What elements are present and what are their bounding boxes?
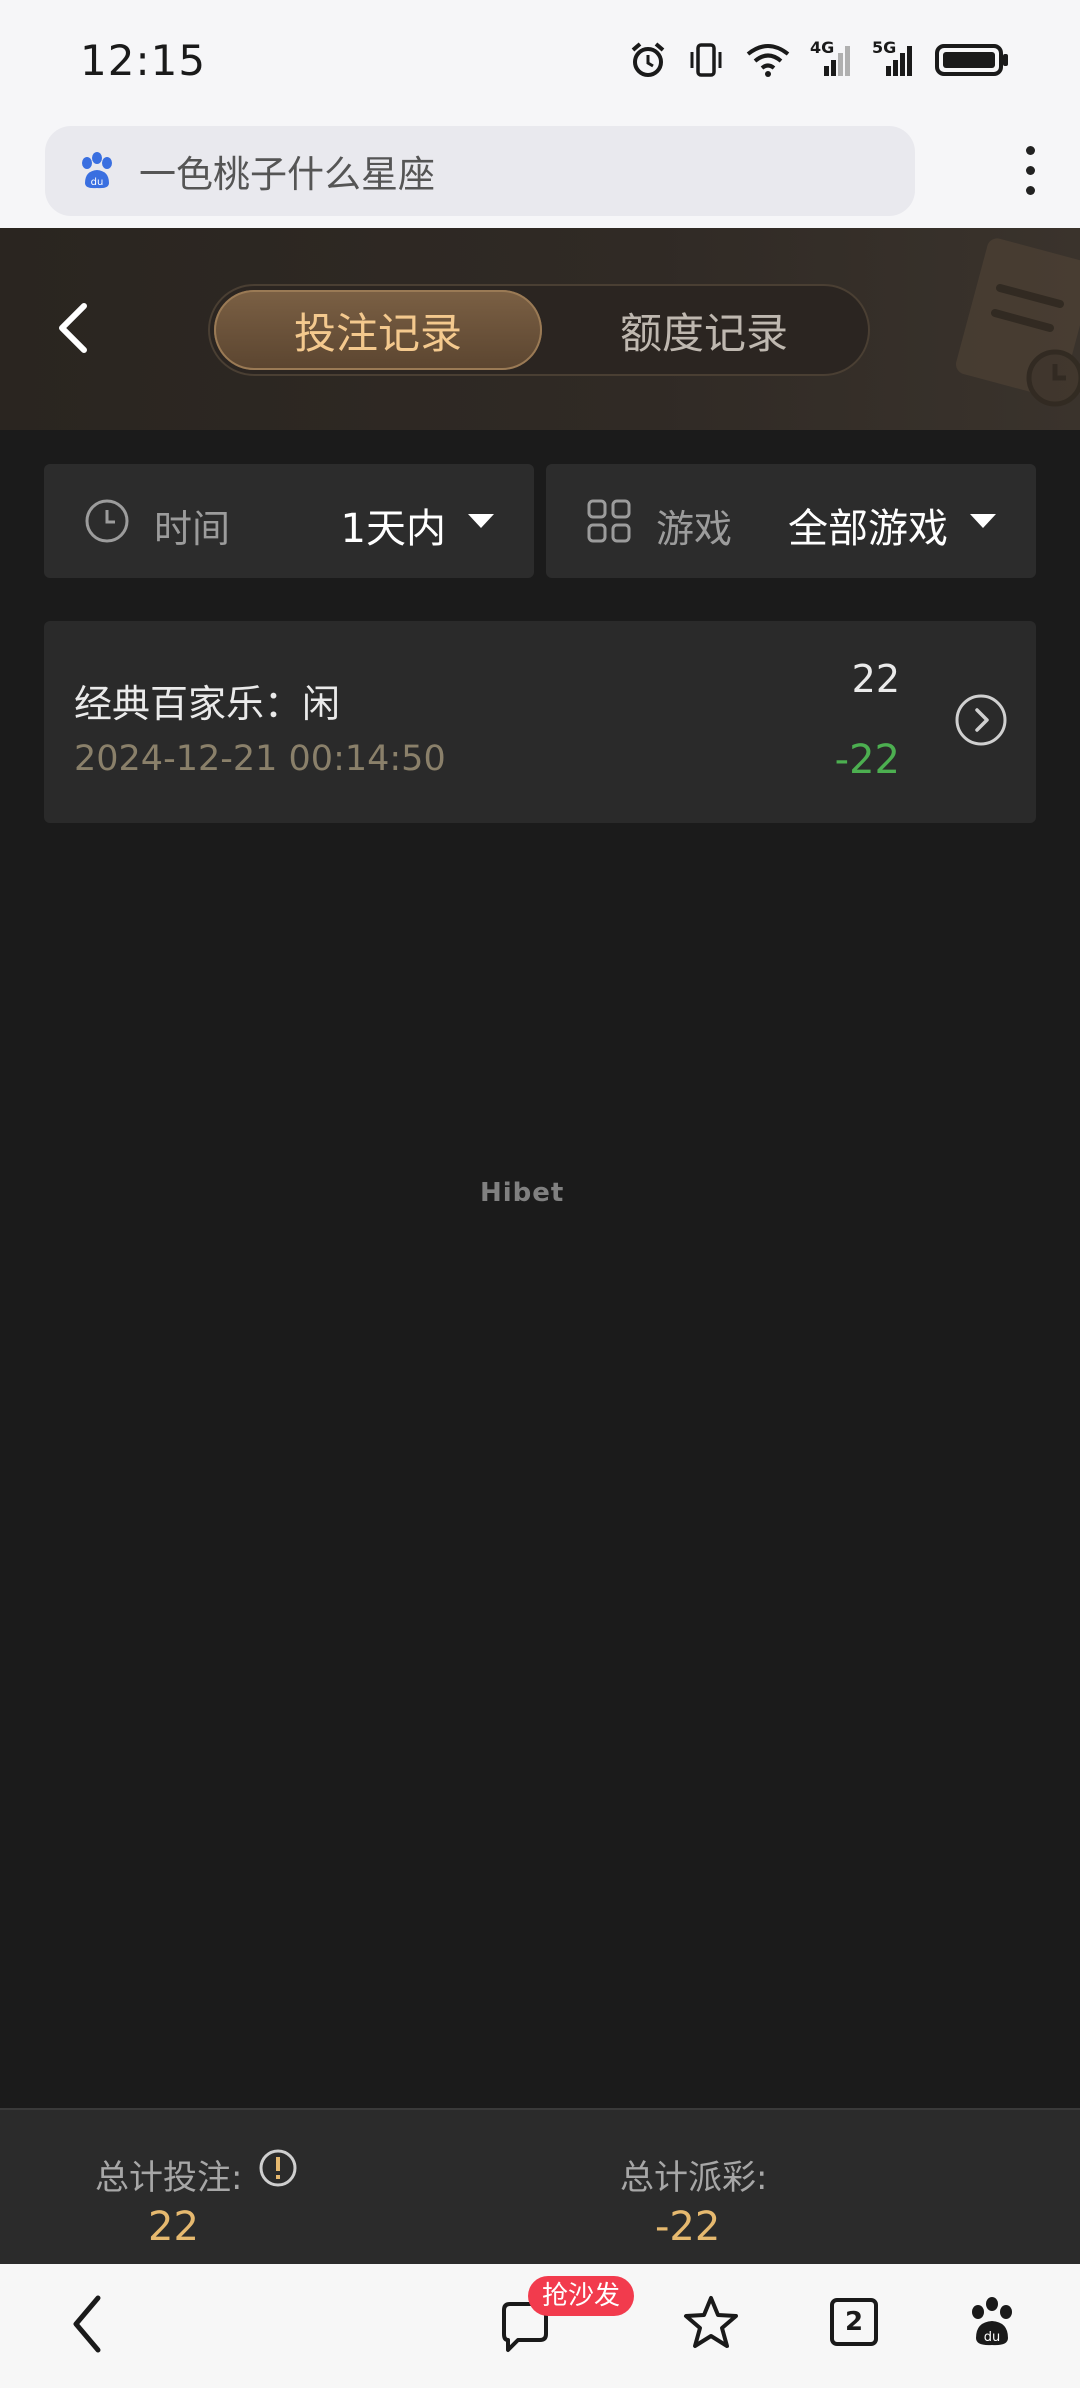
more-vertical-icon[interactable] (1020, 140, 1040, 200)
watermark: Hibet (480, 1178, 565, 1208)
total-payout-label: 总计派彩: (620, 2158, 768, 2198)
status-time: 12:15 (80, 36, 207, 85)
search-box[interactable]: du 一色桃子什么星座 (45, 126, 915, 216)
record-time: 2024-12-21 00:14:50 (74, 739, 446, 779)
time-filter-value: 1天内 (340, 506, 446, 552)
tab-bet-records[interactable]: 投注记录 (214, 290, 542, 370)
record-payout: -22 (834, 737, 900, 783)
svg-text:du: du (984, 2330, 1001, 2345)
tab-credit-records[interactable]: 额度记录 (540, 290, 868, 370)
signal-5g-icon: 5G (872, 38, 916, 80)
baidu-paw-icon[interactable]: du (964, 2294, 1020, 2350)
wifi-icon (746, 44, 790, 77)
svg-text:du: du (91, 177, 104, 188)
grid-icon (587, 499, 631, 543)
record-bet-amount: 22 (851, 657, 900, 701)
battery-icon (935, 44, 1008, 76)
notebook-clock-icon (956, 238, 1080, 407)
record-tabs: 投注记录 额度记录 (208, 284, 870, 376)
game-filter[interactable]: 游戏 全部游戏 (546, 464, 1036, 578)
vibrate-icon (690, 43, 722, 77)
game-filter-label: 游戏 (656, 507, 733, 551)
alarm-icon (631, 42, 665, 77)
signal-4g-icon: 4G (810, 38, 854, 80)
chevron-left-icon[interactable] (50, 298, 100, 358)
back-arrow-icon[interactable] (68, 2294, 108, 2354)
total-bet-label: 总计投注: (95, 2158, 243, 2198)
browser-bottom-nav: 抢沙发 2 du (0, 2264, 1080, 2388)
browser-bar: du 一色桃子什么星座 (0, 110, 1080, 228)
game-filter-value: 全部游戏 (788, 506, 948, 552)
comment-badge: 抢沙发 (528, 2276, 635, 2316)
baidu-paw-icon: du (82, 152, 112, 189)
caret-down-icon (468, 514, 494, 528)
status-bar: 12:15 4G 5G (0, 0, 1080, 125)
search-text: 一色桃子什么星座 (139, 153, 435, 196)
record-title: 经典百家乐：闲 (74, 682, 341, 726)
record-item[interactable]: 经典百家乐：闲 2024-12-21 00:14:50 22 -22 (44, 621, 1036, 823)
page-header: 投注记录 额度记录 (0, 228, 1080, 430)
star-icon[interactable] (682, 2294, 740, 2352)
total-bet-value: 22 (148, 2204, 199, 2250)
chevron-right-circle-icon[interactable] (954, 693, 1008, 747)
time-filter[interactable]: 时间 1天内 (44, 464, 534, 578)
clock-icon (85, 499, 129, 543)
tabs-count: 2 (844, 2307, 864, 2337)
caret-down-icon (970, 514, 996, 528)
info-icon[interactable] (258, 2148, 298, 2188)
time-filter-label: 时间 (154, 507, 231, 551)
totals-bar: 总计投注: 22 总计派彩: -22 (0, 2108, 1080, 2266)
status-icons: 4G 5G (628, 38, 1010, 80)
tabs-count-button[interactable]: 2 (830, 2298, 878, 2346)
total-payout-value: -22 (655, 2204, 721, 2250)
